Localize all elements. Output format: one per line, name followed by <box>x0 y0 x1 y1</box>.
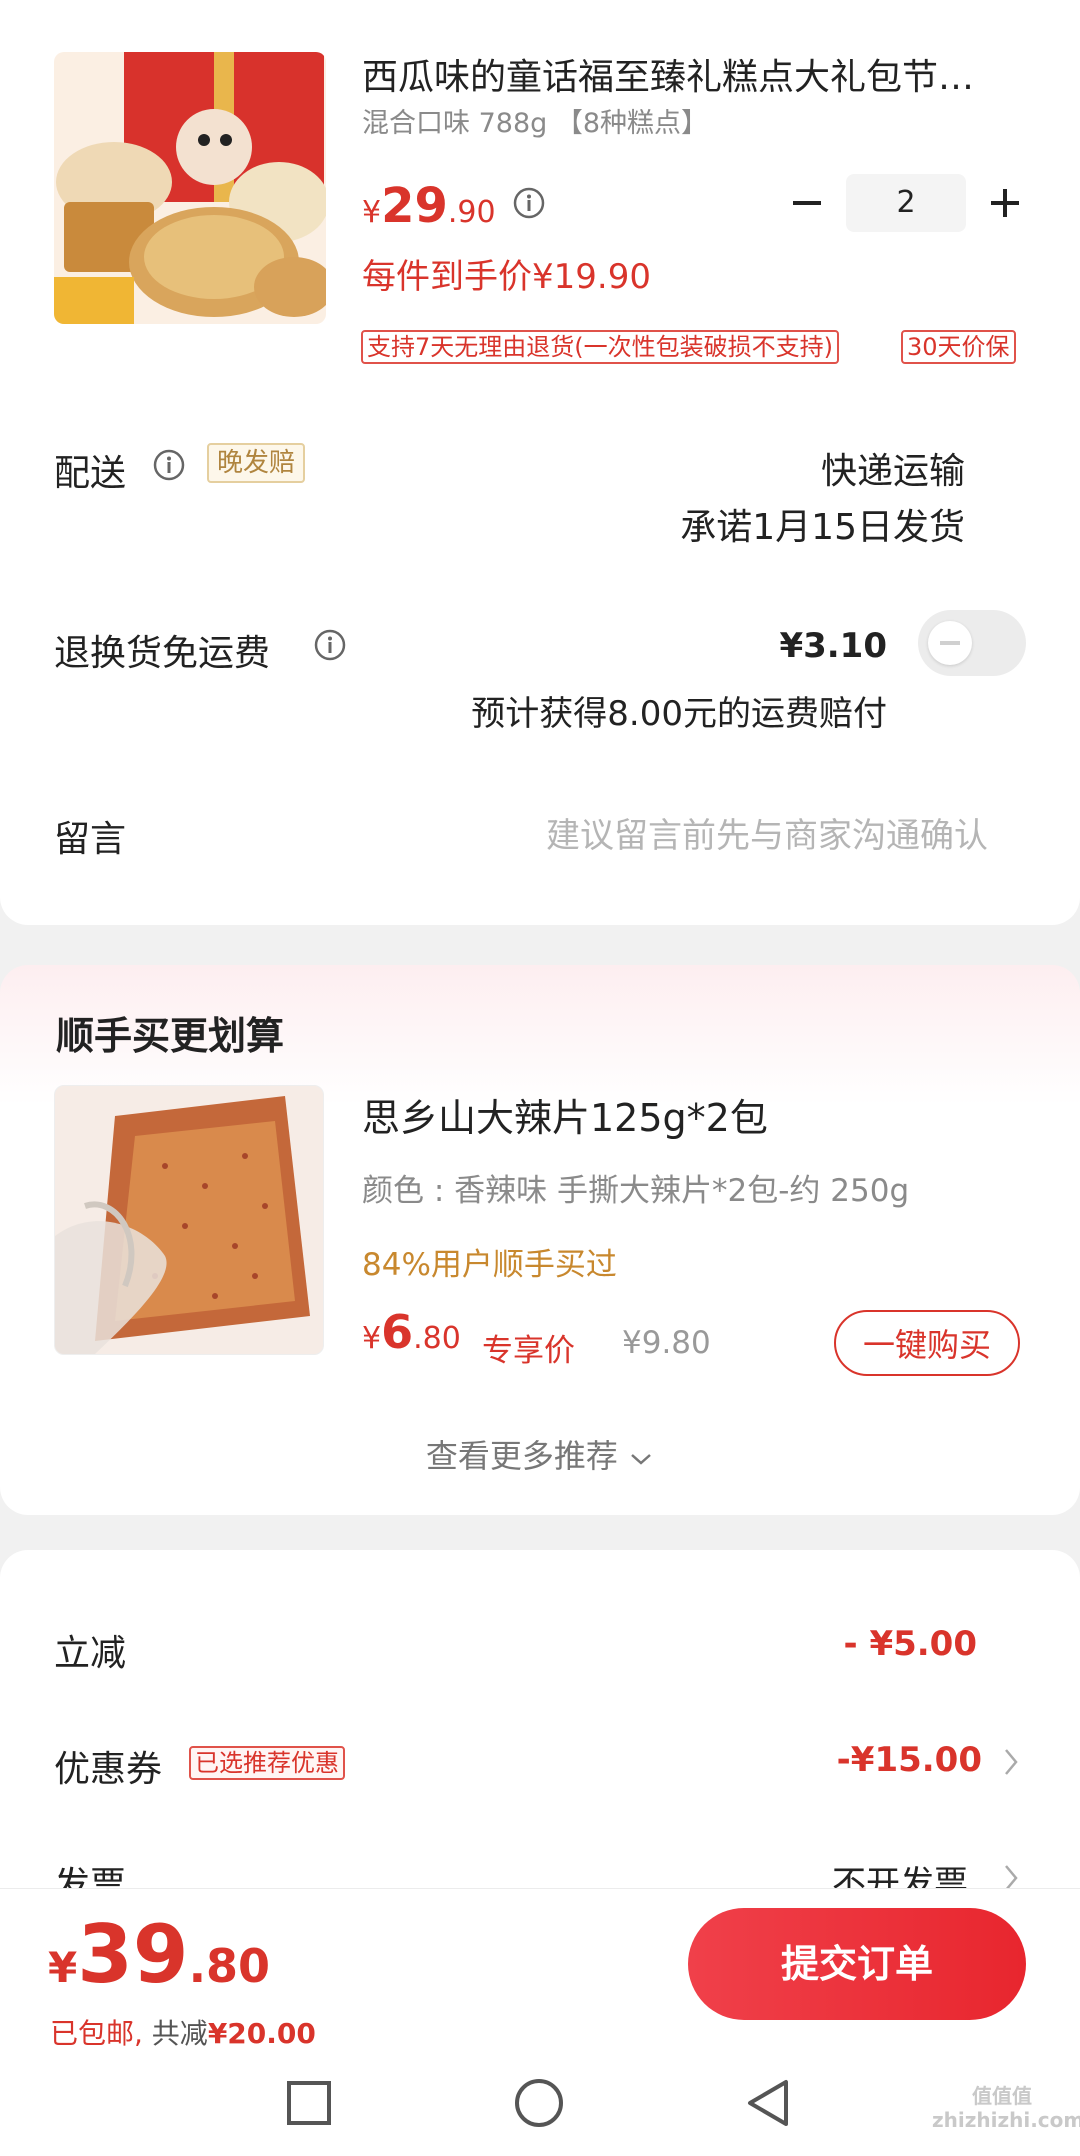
return-shipping-toggle[interactable] <box>918 610 1026 676</box>
recommend-item-price: ¥6.80 <box>362 1305 461 1359</box>
instant-discount-value: - ¥5.00 <box>843 1624 978 1664</box>
discounts-card: 立减 - ¥5.00 优惠券 已选推荐优惠 -¥15.00 发票 不开发票 <box>0 1550 1080 1888</box>
minus-icon[interactable] <box>790 186 824 224</box>
instant-discount-label: 立减 <box>54 1633 127 1674</box>
product-price: ¥29.90 <box>362 178 496 234</box>
quantity-input[interactable]: 2 <box>846 174 966 232</box>
chevron-right-icon[interactable] <box>1002 1862 1020 1888</box>
original-price: ¥9.80 <box>622 1325 711 1361</box>
invoice-value[interactable]: 不开发票 <box>832 1856 968 1888</box>
recommend-item-title[interactable]: 思乡山大辣片125g*2包 <box>362 1087 768 1142</box>
home-icon[interactable] <box>514 2078 564 2132</box>
return-shipping-label: 退换货免运费 <box>54 633 271 674</box>
total-symbol: ¥ <box>48 1943 78 1992</box>
total-integer: 39 <box>77 1908 189 2001</box>
saved-label: 共减 <box>142 2017 208 2050</box>
chevron-down-icon <box>628 1439 654 1477</box>
invoice-label[interactable]: 发票 <box>54 1856 126 1888</box>
message-input[interactable]: 建议留言前先与商家沟通确认 <box>546 808 988 857</box>
product-title[interactable]: 西瓜味的童话福至臻礼糕点大礼包节… <box>362 54 1042 102</box>
coupon-value[interactable]: -¥15.00 <box>837 1740 982 1780</box>
price-symbol: ¥ <box>362 195 382 230</box>
delivery-label: 配送 <box>54 453 127 494</box>
product-image[interactable] <box>54 52 326 324</box>
recommend-item-image[interactable] <box>54 1085 324 1355</box>
return-shipping-note: 预计获得8.00元的运费赔付 <box>471 694 887 734</box>
per-item-price: 每件到手价¥19.90 <box>362 257 651 297</box>
message-label: 留言 <box>54 819 127 860</box>
coupon-badge: 已选推荐优惠 <box>189 1746 345 1780</box>
submit-order-button[interactable]: 提交订单 <box>688 1908 1026 2020</box>
price-decimal: .90 <box>447 195 496 230</box>
price-integer: 6 <box>381 1305 414 1359</box>
one-click-buy-button[interactable]: 一键购买 <box>834 1310 1020 1376</box>
see-more-label: 查看更多推荐 <box>425 1437 618 1475</box>
chevron-right-icon[interactable] <box>1002 1746 1020 1782</box>
toggle-knob <box>928 621 972 665</box>
delivery-method[interactable]: 快递运输 <box>821 442 965 494</box>
late-compensation-badge: 晚发赔 <box>207 443 306 483</box>
delivery-promise: 承诺1月15日发货 <box>680 507 965 548</box>
return-shipping-price: ¥3.10 <box>779 626 887 666</box>
savings-summary: 已包邮, 共减¥20.00 <box>50 2012 316 2052</box>
back-icon[interactable] <box>744 2078 790 2132</box>
price-protection-tag: 30天价保 <box>901 330 1016 364</box>
total-decimal: .80 <box>188 1939 271 1993</box>
checkout-bar: ¥39.80 已包邮, 共减¥20.00 提交订单 值值值 zhizhizhi.… <box>0 1888 1080 2156</box>
price-decimal: .80 <box>413 1321 461 1356</box>
price-symbol: ¥ <box>362 1321 382 1356</box>
exclusive-price-label: 专享价 <box>482 1333 575 1369</box>
plus-icon[interactable] <box>988 186 1022 224</box>
shipping-note: 已包邮, <box>50 2017 143 2050</box>
price-info-icon[interactable] <box>512 186 546 224</box>
delivery-info-icon[interactable] <box>152 448 186 486</box>
recent-apps-icon[interactable] <box>286 2080 332 2130</box>
see-more-link[interactable]: 查看更多推荐 <box>0 1431 1080 1477</box>
saved-value: ¥20.00 <box>207 2017 316 2050</box>
return-policy-tag: 支持7天无理由退货(一次性包装破损不支持) <box>361 330 839 364</box>
recommend-card: 顺手买更划算 思乡山大辣片125g*2包 颜色 : 香辣味 手撕大辣片*2包-约… <box>0 965 1080 1515</box>
recommend-title: 顺手买更划算 <box>56 1014 285 1058</box>
total-price: ¥39.80 <box>48 1908 270 2001</box>
recommend-item-spec: 颜色 : 香辣味 手撕大辣片*2包-约 250g <box>362 1173 910 1209</box>
return-shipping-info-icon[interactable] <box>313 628 347 666</box>
price-integer: 29 <box>381 178 448 234</box>
product-card: 西瓜味的童话福至臻礼糕点大礼包节… 混合口味 788g 【8种糕点】 ¥29.9… <box>0 0 1080 925</box>
product-spec[interactable]: 混合口味 788g 【8种糕点】 <box>362 104 708 144</box>
watermark: 值值值 zhizhizhi.com <box>932 2084 1080 2132</box>
coupon-label[interactable]: 优惠券 <box>54 1740 162 1792</box>
recommend-item-social: 84%用户顺手买过 <box>362 1247 617 1283</box>
